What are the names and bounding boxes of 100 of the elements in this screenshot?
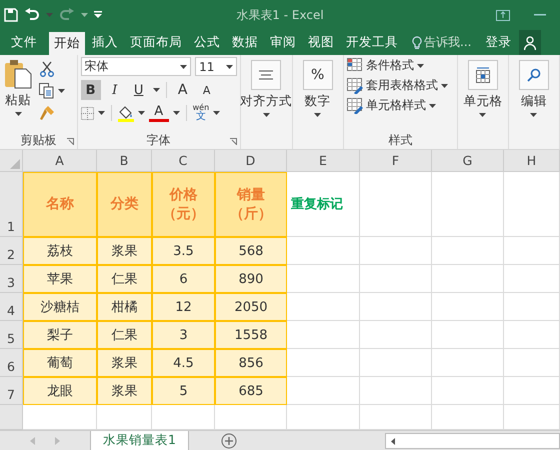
empty-cell — [432, 237, 504, 265]
empty-cell — [432, 349, 504, 377]
table-cell: 沙糖桔 — [23, 293, 97, 321]
italic-button[interactable]: I — [104, 80, 125, 100]
column-header[interactable]: H — [504, 150, 560, 172]
caret-icon[interactable] — [14, 112, 22, 116]
empty-cell — [504, 321, 560, 349]
table-cell: 葡萄 — [23, 349, 97, 377]
empty-cell — [504, 237, 560, 265]
caret-icon[interactable] — [180, 64, 188, 68]
minimize-icon[interactable] — [534, 14, 546, 16]
copy-icon[interactable] — [39, 83, 54, 99]
dialog-launcher-icon[interactable] — [230, 138, 237, 145]
table-cell: 浆果 — [97, 237, 152, 265]
font-color-button[interactable]: A — [148, 104, 169, 122]
phonetic-guide-button[interactable]: wén 文 — [192, 104, 210, 122]
empty-cell — [360, 293, 432, 321]
clipboard-icon — [3, 59, 33, 89]
column-header[interactable]: D — [215, 150, 287, 172]
caret-icon[interactable] — [479, 113, 486, 117]
row-header[interactable]: 4 — [0, 293, 23, 321]
caret-icon[interactable] — [416, 64, 424, 68]
caret-icon[interactable] — [98, 111, 105, 115]
ribbon-tab[interactable]: 开始 — [49, 32, 85, 55]
dialog-launcher-icon[interactable] — [66, 138, 74, 145]
table-cell: 荔枝 — [23, 237, 97, 265]
table-cell: 4.5 — [152, 349, 215, 377]
shrink-font-button[interactable]: A — [196, 80, 217, 100]
ribbon-tab[interactable]: 插入 — [87, 30, 123, 55]
align-icon — [259, 70, 274, 80]
caret-icon[interactable] — [58, 89, 65, 93]
table-cell: 5 — [152, 377, 215, 405]
format-painter-icon[interactable] — [39, 105, 55, 121]
lightbulb-icon[interactable] — [412, 36, 422, 50]
ribbon-tab[interactable]: 审阅 — [265, 30, 301, 55]
group-label: 样式 — [388, 132, 412, 148]
bold-button[interactable]: B — [80, 80, 101, 100]
caret-icon[interactable] — [152, 88, 160, 92]
table-cell: 重复标记 — [287, 172, 360, 237]
window-title: 水果表1 - Excel — [236, 7, 324, 24]
paste-button[interactable]: 粘贴 — [3, 57, 33, 131]
table-cell: 890 — [215, 265, 287, 293]
column-header[interactable]: A — [23, 150, 97, 172]
table-cell: 浆果 — [97, 349, 152, 377]
font-size-dropdown[interactable]: 11 — [195, 57, 237, 76]
sign-in-link[interactable]: 登录 — [485, 34, 512, 51]
column-header[interactable]: G — [432, 150, 504, 172]
ribbon-tab[interactable]: 公式 — [189, 30, 225, 55]
column-header[interactable]: E — [287, 150, 360, 172]
column-header[interactable]: B — [97, 150, 152, 172]
row-header[interactable]: 6 — [0, 349, 23, 377]
ribbon-tab[interactable]: 数据 — [227, 30, 263, 55]
row-header[interactable]: 2 — [0, 237, 23, 265]
row-header[interactable]: 1 — [0, 172, 23, 237]
row-header[interactable]: 7 — [0, 377, 23, 405]
add-sheet-icon[interactable] — [220, 432, 237, 448]
sheet-tab[interactable]: 水果销量表1 — [90, 431, 189, 450]
tell-me-field[interactable]: 告诉我... — [424, 34, 472, 51]
account-button[interactable] — [519, 30, 542, 55]
caret-icon[interactable] — [226, 64, 233, 68]
caret-icon[interactable] — [262, 113, 270, 117]
underline-button[interactable]: U — [128, 80, 149, 100]
ribbon-tab[interactable]: 开发工具 — [341, 30, 403, 55]
scissors-icon[interactable] — [39, 61, 55, 77]
table-cell: 1558 — [215, 321, 287, 349]
caret-icon[interactable] — [314, 113, 322, 117]
styles-menu-button[interactable]: 单元格样式 — [346, 97, 454, 114]
table-style-icon — [346, 78, 363, 94]
scroll-left-icon[interactable] — [391, 438, 395, 444]
caret-icon[interactable] — [213, 111, 220, 115]
person-icon — [524, 36, 536, 50]
ribbon-tab[interactable]: 页面布局 — [125, 30, 187, 55]
undo-icon[interactable] — [24, 8, 40, 22]
font-name-dropdown[interactable]: 宋体 — [80, 57, 192, 76]
ribbon-tab[interactable]: 视图 — [303, 30, 339, 55]
ribbon-tab[interactable]: 文件 — [1, 30, 47, 55]
save-icon[interactable] — [4, 8, 18, 22]
styles-menu-button[interactable]: 条件格式 — [346, 57, 454, 74]
horizontal-scrollbar[interactable] — [385, 433, 560, 449]
row-header[interactable]: 3 — [0, 265, 23, 293]
grow-font-button[interactable]: A — [172, 80, 193, 100]
column-header[interactable]: C — [152, 150, 215, 172]
ribbon-display-icon[interactable] — [496, 10, 510, 20]
search-icon — [526, 68, 541, 82]
caret-icon[interactable] — [440, 84, 448, 88]
caret-icon[interactable] — [530, 113, 538, 117]
customize-icon[interactable] — [94, 11, 102, 19]
caret-icon[interactable] — [428, 104, 436, 108]
caret-icon[interactable] — [172, 111, 180, 115]
caret-icon[interactable] — [138, 111, 145, 115]
cells-grid-icon — [474, 67, 491, 83]
column-header[interactable]: F — [360, 150, 432, 172]
fill-bucket-icon[interactable] — [118, 104, 134, 122]
table-cell: 仁果 — [97, 321, 152, 349]
row-header[interactable]: 5 — [0, 321, 23, 349]
table-cell: 2050 — [215, 293, 287, 321]
table-cell: 柑橘 — [97, 293, 152, 321]
cells-button[interactable]: 单元格 — [463, 57, 502, 117]
styles-menu-button[interactable]: 套用表格格式 — [346, 77, 454, 94]
alignment-button[interactable]: 对齐方式 — [240, 57, 292, 117]
